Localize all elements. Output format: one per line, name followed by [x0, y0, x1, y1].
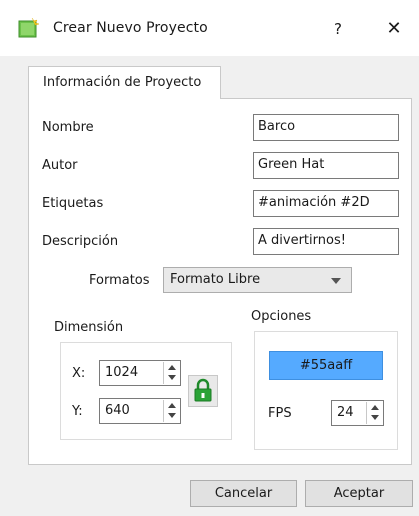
window-title: Crear Nuevo Proyecto: [53, 20, 208, 36]
autor-field[interactable]: Green Hat: [253, 152, 399, 179]
title-bar: Crear Nuevo Proyecto ? ✕: [0, 0, 419, 56]
descripcion-label: Descripción: [42, 234, 119, 249]
help-button[interactable]: ?: [326, 14, 350, 44]
y-spinbox[interactable]: 640: [99, 398, 181, 424]
etiquetas-field[interactable]: #animación #2D: [253, 190, 399, 217]
x-value: 1024: [105, 365, 139, 380]
fps-spin-buttons[interactable]: [366, 402, 382, 424]
nombre-field[interactable]: Barco: [253, 114, 399, 141]
opciones-title: Opciones: [251, 309, 312, 324]
chevron-down-icon[interactable]: [371, 415, 379, 420]
app-icon: [18, 18, 40, 38]
x-label: X:: [72, 366, 86, 381]
autor-label: Autor: [42, 158, 78, 173]
close-button[interactable]: ✕: [380, 14, 408, 44]
chevron-down-icon[interactable]: [168, 375, 176, 380]
nombre-label: Nombre: [42, 120, 94, 135]
chevron-down-icon[interactable]: [168, 413, 176, 418]
tab-label: Información de Proyecto: [43, 75, 202, 90]
fps-label: FPS: [268, 406, 292, 421]
descripcion-field[interactable]: A divertirnos!: [253, 228, 399, 255]
formatos-selected-value: Formato Libre: [170, 272, 261, 287]
cancel-button[interactable]: Cancelar: [190, 480, 297, 507]
fps-value: 24: [337, 405, 354, 420]
tab-informacion-proyecto[interactable]: Información de Proyecto: [28, 66, 221, 99]
x-spinbox[interactable]: 1024: [99, 360, 181, 386]
etiquetas-label: Etiquetas: [42, 196, 104, 211]
aspect-lock-button[interactable]: [188, 375, 218, 407]
y-spin-buttons[interactable]: [163, 400, 179, 422]
formatos-label: Formatos: [89, 273, 150, 288]
chevron-up-icon[interactable]: [168, 403, 176, 408]
chevron-up-icon[interactable]: [168, 365, 176, 370]
color-picker-button[interactable]: #55aaff: [269, 351, 383, 380]
y-value: 640: [105, 403, 130, 418]
fps-spinbox[interactable]: 24: [331, 400, 384, 426]
formatos-select[interactable]: Formato Libre: [163, 267, 352, 293]
x-spin-buttons[interactable]: [163, 362, 179, 384]
chevron-up-icon[interactable]: [371, 405, 379, 410]
lock-icon: [194, 378, 212, 402]
dimension-title: Dimensión: [54, 320, 124, 335]
chevron-down-icon: [331, 278, 341, 284]
y-label: Y:: [72, 404, 83, 419]
opciones-group: [254, 331, 398, 450]
accept-button[interactable]: Aceptar: [305, 480, 413, 507]
